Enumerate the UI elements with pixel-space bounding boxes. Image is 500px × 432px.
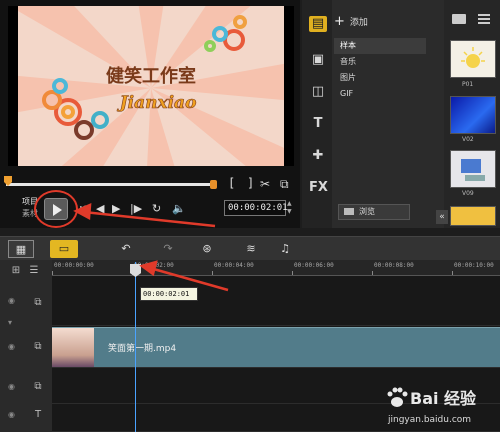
category-list: 样本 音乐 图片 GIF	[334, 38, 426, 102]
folder-icon[interactable]	[452, 14, 466, 24]
track-visible-icon[interactable]: ◉	[8, 382, 18, 392]
banner-title-cn: 健笑工作室	[106, 65, 196, 87]
clip-thumbnail	[52, 328, 94, 367]
category-item[interactable]: 图片	[334, 70, 426, 86]
media-tab-icon[interactable]: ▤	[309, 16, 327, 32]
title-tab-icon[interactable]: T	[309, 116, 327, 132]
preview-timecode[interactable]: 00:00:02:01	[224, 200, 288, 216]
app-window: 健笑工作室 Jianxiao [ ] ✂ ⧉ 项目 素材 ⏮ ◀ ▶ |▶ ↻ …	[0, 0, 500, 432]
redo-icon[interactable]: ↷	[160, 240, 176, 258]
list-view-icon[interactable]	[478, 14, 490, 24]
ruler-label: 00:00:04:00	[214, 262, 254, 269]
thumbnail-label: P01	[462, 81, 474, 88]
filter-tab-icon[interactable]: FX	[309, 180, 328, 196]
mark-out-handle[interactable]	[210, 180, 217, 189]
playhead-line[interactable]	[135, 262, 136, 432]
clip-name: 笑面第一期.mp4	[108, 344, 177, 354]
watermark-site: jingyan.baidu.com	[388, 415, 472, 425]
repeat-icon[interactable]: ↻	[152, 202, 161, 216]
ruler-label: 00:00:10:00	[454, 262, 494, 269]
watermark-title: Bai 经验	[410, 389, 477, 408]
title-track-icon: T	[34, 409, 42, 420]
storyboard-view-icon[interactable]: ▭	[50, 240, 78, 258]
thumbnail-partial[interactable]	[450, 206, 496, 226]
plus-icon: +	[334, 14, 345, 29]
volume-icon[interactable]: 🔈	[172, 202, 186, 216]
watermark: Bai 经验 jingyan.baidu.com	[382, 383, 500, 432]
track-visible-icon[interactable]: ◉	[8, 296, 18, 306]
track-visible-icon[interactable]: ◉	[8, 342, 18, 352]
next-frame-icon[interactable]: ▶	[112, 202, 120, 216]
expand-icon[interactable]: ▾	[8, 318, 18, 328]
graphic-tab-icon[interactable]: ✚	[309, 148, 327, 164]
auto-music-icon[interactable]: ♫	[276, 240, 294, 258]
thumbnail-v09[interactable]	[450, 150, 496, 188]
video-track[interactable]	[52, 276, 500, 326]
instant-project-icon[interactable]: ▣	[309, 52, 327, 68]
annotation-circle	[34, 190, 78, 228]
timeline-view-icon[interactable]: ▦	[8, 240, 34, 258]
category-item[interactable]: GIF	[334, 86, 426, 102]
record-capture-icon[interactable]: ⊛	[198, 240, 216, 258]
thumbnail-label: V02	[462, 136, 474, 143]
home-icon[interactable]: ⏮	[80, 202, 90, 216]
ruler-label: 00:00:00:00	[54, 262, 94, 269]
category-item[interactable]: 样本	[334, 38, 426, 54]
scrubber-track[interactable]	[6, 183, 212, 186]
transition-tab-icon[interactable]: ◫	[309, 84, 327, 100]
ruler-label: 00:00:06:00	[294, 262, 334, 269]
video-track-icon: ⧉	[34, 297, 42, 308]
track-visible-icon[interactable]: ◉	[8, 410, 18, 420]
mark-out-button[interactable]: ]	[247, 176, 254, 190]
category-item[interactable]: 音乐	[334, 54, 426, 70]
split-clip-icon[interactable]: ✂	[260, 178, 272, 190]
preview-video: 健笑工作室 Jianxiao	[8, 6, 294, 166]
thumbnail-grid: P01 V02 V09	[444, 0, 500, 228]
playhead-tooltip: 00:00:02:01	[140, 287, 198, 301]
library-side-tabs: ▤ ▣ ◫ T ✚ FX	[302, 0, 332, 228]
overlay-track-icon: ⧉	[34, 381, 42, 392]
video-clip[interactable]: 笑面第一期.mp4	[52, 327, 500, 367]
overlay-track-icon: ⧉	[34, 341, 42, 352]
prev-frame-icon[interactable]: ◀	[96, 202, 104, 216]
thumbnail-label: V09	[462, 190, 474, 197]
banner-title-en: Jianxiao	[117, 93, 197, 113]
track-manager-icon[interactable]: ⊞	[8, 264, 24, 278]
copy-icon[interactable]: ⧉	[280, 178, 292, 190]
mark-in-button[interactable]: [	[228, 176, 235, 190]
ruler-label: 00:00:08:00	[374, 262, 414, 269]
timecode-spinner[interactable]: ▲ ▼	[287, 200, 294, 216]
end-icon[interactable]: |▶	[130, 202, 142, 216]
collapse-library-button[interactable]: «	[436, 210, 448, 224]
add-folder-button[interactable]: + 添加	[334, 14, 368, 29]
chapter-list-icon[interactable]: ☰	[26, 264, 42, 278]
browse-button[interactable]: 浏览	[338, 204, 410, 220]
thumbnail-v02[interactable]	[450, 96, 496, 134]
undo-icon[interactable]: ↶	[118, 240, 134, 258]
thumbnail-p01[interactable]	[450, 40, 496, 78]
paw-logo-icon	[387, 387, 408, 407]
preview-scrubber[interactable]	[4, 176, 217, 189]
track-header-panel: ⊞ ☰ ◉ ⧉ ▾ ◉ ⧉ ◉ ⧉ ◉ T	[0, 260, 52, 432]
timeline-toolbar: ▦ ▭ ↶ ↷ ⊛ ≋ ♫	[0, 236, 500, 260]
library-panel: ▤ ▣ ◫ T ✚ FX + 添加 样本 音乐 图片 GIF 浏览 P01 V02	[302, 0, 500, 228]
timeline-ruler[interactable]: 00:00:00:00 00:00:02:00 00:00:04:00 00:0…	[52, 260, 500, 276]
audio-mixer-icon[interactable]: ≋	[242, 240, 260, 258]
